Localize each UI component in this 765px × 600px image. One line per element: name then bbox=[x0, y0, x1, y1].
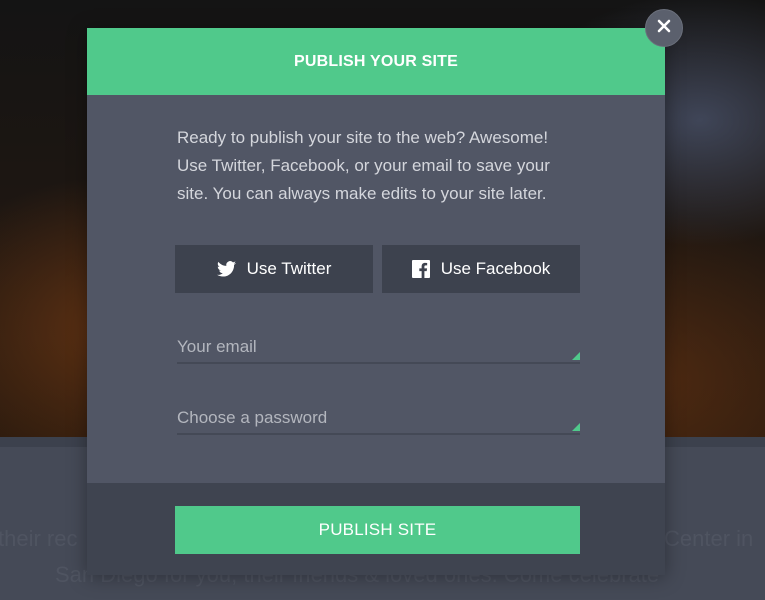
modal-footer: PUBLISH SITE bbox=[87, 483, 665, 575]
close-modal-button[interactable] bbox=[645, 9, 683, 47]
password-field[interactable] bbox=[177, 403, 580, 433]
background-text-fragment: Center in bbox=[664, 526, 754, 551]
modal-header: PUBLISH YOUR SITE bbox=[87, 28, 665, 95]
field-corner-marker bbox=[572, 352, 580, 360]
email-field-container bbox=[177, 332, 580, 364]
use-facebook-label: Use Facebook bbox=[440, 259, 551, 278]
modal-title: PUBLISH YOUR SITE bbox=[293, 52, 459, 70]
publish-site-button[interactable]: PUBLISH SITE bbox=[175, 506, 580, 554]
email-field[interactable] bbox=[177, 332, 580, 362]
use-facebook-button[interactable]: Use Facebook bbox=[382, 245, 580, 293]
close-icon bbox=[657, 19, 671, 38]
password-field-container bbox=[177, 403, 580, 435]
publish-site-modal: PUBLISH YOUR SITE Ready to publish your … bbox=[87, 28, 665, 575]
field-corner-marker bbox=[572, 423, 580, 431]
facebook-icon bbox=[411, 260, 430, 278]
background-text-fragment: their rec bbox=[0, 526, 78, 551]
use-twitter-label: Use Twitter bbox=[246, 259, 332, 278]
use-twitter-button[interactable]: Use Twitter bbox=[175, 245, 373, 293]
modal-intro-text: Ready to publish your site to the web? A… bbox=[177, 128, 550, 203]
twitter-icon bbox=[216, 261, 236, 277]
